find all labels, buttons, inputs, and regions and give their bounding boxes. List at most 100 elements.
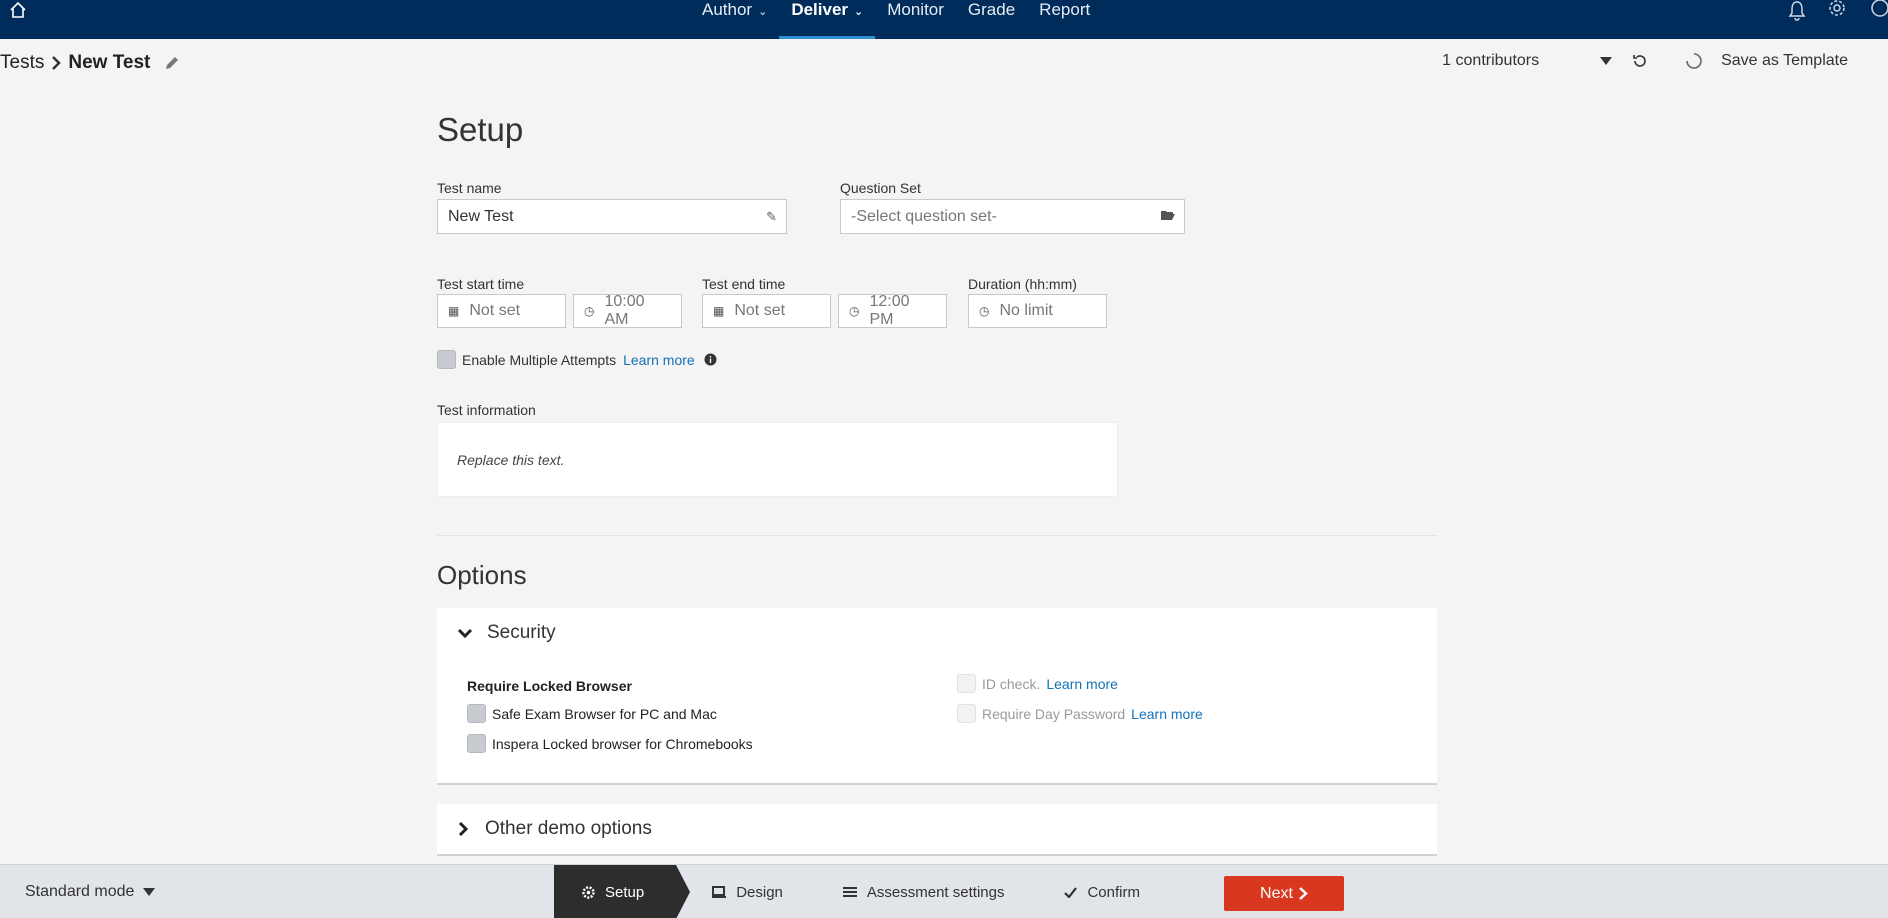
id-check-checkbox[interactable] xyxy=(957,674,976,693)
duration-label: Duration (hh:mm) xyxy=(968,276,1077,292)
pencil-icon[interactable] xyxy=(164,55,180,71)
start-date-value: Not set xyxy=(469,302,521,319)
sync-icon[interactable] xyxy=(1685,52,1703,70)
inspera-label: Inspera Locked browser for Chromebooks xyxy=(492,735,753,752)
step-design[interactable]: Design xyxy=(676,865,815,918)
id-check-label: ID check. xyxy=(982,675,1041,692)
other-options-header[interactable]: Other demo options xyxy=(437,804,1437,854)
seb-option: Safe Exam Browser for PC and Mac xyxy=(467,704,717,723)
seb-checkbox[interactable] xyxy=(467,704,486,723)
main-menu: Author ⌄ Deliver ⌄ Monitor Grade Report xyxy=(690,0,1102,39)
bell-icon[interactable] xyxy=(1786,0,1808,22)
chevron-down-icon: ⌄ xyxy=(854,6,864,18)
folder-open-icon[interactable] xyxy=(1161,209,1175,221)
start-time-value: 10:00 AM xyxy=(604,293,645,328)
end-time-value: 12:00 PM xyxy=(869,293,910,328)
question-set-group: Question Set -Select question set- xyxy=(840,180,1185,234)
next-button[interactable]: Next xyxy=(1224,876,1344,911)
duration-value: No limit xyxy=(999,302,1053,319)
duration-group: Duration (hh:mm) ◷ No limit xyxy=(968,276,1107,328)
chevron-right-icon xyxy=(458,821,469,837)
breadcrumb: Tests New Test xyxy=(0,52,180,74)
info-icon[interactable] xyxy=(704,353,717,366)
id-check-option: ID check. Learn more xyxy=(957,674,1118,693)
setup-section: Setup xyxy=(437,105,1437,149)
gear-icon xyxy=(582,885,595,899)
end-time-group: Test end time ▦ Not set ◷ 12:00 PM xyxy=(702,276,947,328)
home-icon[interactable] xyxy=(8,0,28,20)
save-as-template-button[interactable]: Save as Template xyxy=(1721,52,1848,70)
test-name-group: Test name New Test ✎ xyxy=(437,180,787,234)
step-confirm-label: Confirm xyxy=(1087,883,1140,901)
multiple-attempts-row: Enable Multiple Attempts Learn more xyxy=(437,350,717,369)
caret-down-icon[interactable] xyxy=(1599,56,1613,66)
nav-author-label: Author xyxy=(702,0,753,19)
clock-icon: ◷ xyxy=(584,304,595,318)
multiple-attempts-checkbox[interactable] xyxy=(437,350,456,369)
caret-down-icon xyxy=(143,888,156,896)
inspera-option: Inspera Locked browser for Chromebooks xyxy=(467,734,753,753)
pencil-icon[interactable]: ✎ xyxy=(766,209,777,225)
calendar-icon: ▦ xyxy=(448,304,460,318)
check-icon xyxy=(1064,886,1078,898)
nav-author[interactable]: Author ⌄ xyxy=(690,0,779,39)
step-confirm[interactable]: Confirm xyxy=(1036,865,1172,918)
calendar-icon: ▦ xyxy=(713,304,725,318)
nav-monitor-label: Monitor xyxy=(887,0,944,19)
history-icon[interactable] xyxy=(1631,52,1649,70)
other-options-title: Other demo options xyxy=(485,818,652,839)
wizard-steps: Setup Design Assessment settings Confirm xyxy=(554,865,1172,918)
multiple-attempts-learn-more[interactable]: Learn more xyxy=(623,352,695,368)
breadcrumb-current: New Test xyxy=(68,52,151,73)
clock-icon: ◷ xyxy=(979,304,990,318)
nav-report[interactable]: Report xyxy=(1027,0,1102,39)
editor-toolbar: 1 contributors Save as Template xyxy=(1442,52,1848,70)
question-set-placeholder: -Select question set- xyxy=(851,207,997,225)
help-icon[interactable] xyxy=(1866,0,1888,22)
security-panel: Security Require Locked Browser Safe Exa… xyxy=(437,608,1437,785)
breadcrumb-parent[interactable]: Tests xyxy=(0,52,44,74)
clock-icon: ◷ xyxy=(849,304,860,318)
id-check-learn-more[interactable]: Learn more xyxy=(1046,676,1118,692)
nav-monitor[interactable]: Monitor xyxy=(875,0,956,39)
step-setup[interactable]: Setup xyxy=(554,865,691,918)
inspera-checkbox[interactable] xyxy=(467,734,486,753)
question-set-field[interactable]: -Select question set- xyxy=(840,199,1185,234)
end-time-field[interactable]: ◷ 12:00 PM xyxy=(838,293,947,328)
test-info-text: Replace this text. xyxy=(457,451,565,468)
top-navigation: Author ⌄ Deliver ⌄ Monitor Grade Report xyxy=(0,0,1888,39)
security-panel-header[interactable]: Security xyxy=(437,608,1437,658)
day-password-option: Require Day Password Learn more xyxy=(957,704,1203,723)
day-password-learn-more[interactable]: Learn more xyxy=(1131,706,1203,722)
test-info-label: Test information xyxy=(437,402,536,418)
question-set-label: Question Set xyxy=(840,180,921,196)
step-assessment-settings-label: Assessment settings xyxy=(866,883,1005,901)
page-title: Setup xyxy=(437,111,524,148)
step-assessment-settings[interactable]: Assessment settings xyxy=(815,865,1037,918)
locked-browser-heading: Require Locked Browser xyxy=(467,678,632,694)
test-name-field[interactable]: New Test ✎ xyxy=(437,199,787,234)
chevron-down-icon: ⌄ xyxy=(758,6,768,18)
day-password-checkbox[interactable] xyxy=(957,704,976,723)
gear-icon[interactable] xyxy=(1826,0,1848,22)
chevron-right-icon xyxy=(1299,887,1308,900)
test-info-group: Test information Replace this text. xyxy=(437,402,1118,497)
multiple-attempts-label: Enable Multiple Attempts xyxy=(462,351,617,368)
step-setup-label: Setup xyxy=(605,883,645,901)
mode-label: Standard mode xyxy=(25,883,135,900)
test-name-value: New Test xyxy=(448,207,514,225)
nav-deliver[interactable]: Deliver ⌄ xyxy=(779,0,876,39)
mode-selector[interactable]: Standard mode xyxy=(25,865,156,918)
bottom-bar: Standard mode Setup Design Assessment se… xyxy=(0,864,1888,918)
seb-label: Safe Exam Browser for PC and Mac xyxy=(492,705,717,722)
nav-grade[interactable]: Grade xyxy=(956,0,1027,39)
test-info-editor[interactable]: Replace this text. xyxy=(437,422,1118,497)
start-time-field[interactable]: ◷ 10:00 AM xyxy=(573,293,682,328)
list-settings-icon xyxy=(842,887,857,897)
end-date-field[interactable]: ▦ Not set xyxy=(702,294,831,328)
duration-field[interactable]: ◷ No limit xyxy=(968,294,1107,328)
section-divider xyxy=(437,535,1437,536)
contributors-count[interactable]: 1 contributors xyxy=(1442,52,1539,70)
start-date-field[interactable]: ▦ Not set xyxy=(437,294,566,328)
chevron-down-icon xyxy=(457,628,473,639)
